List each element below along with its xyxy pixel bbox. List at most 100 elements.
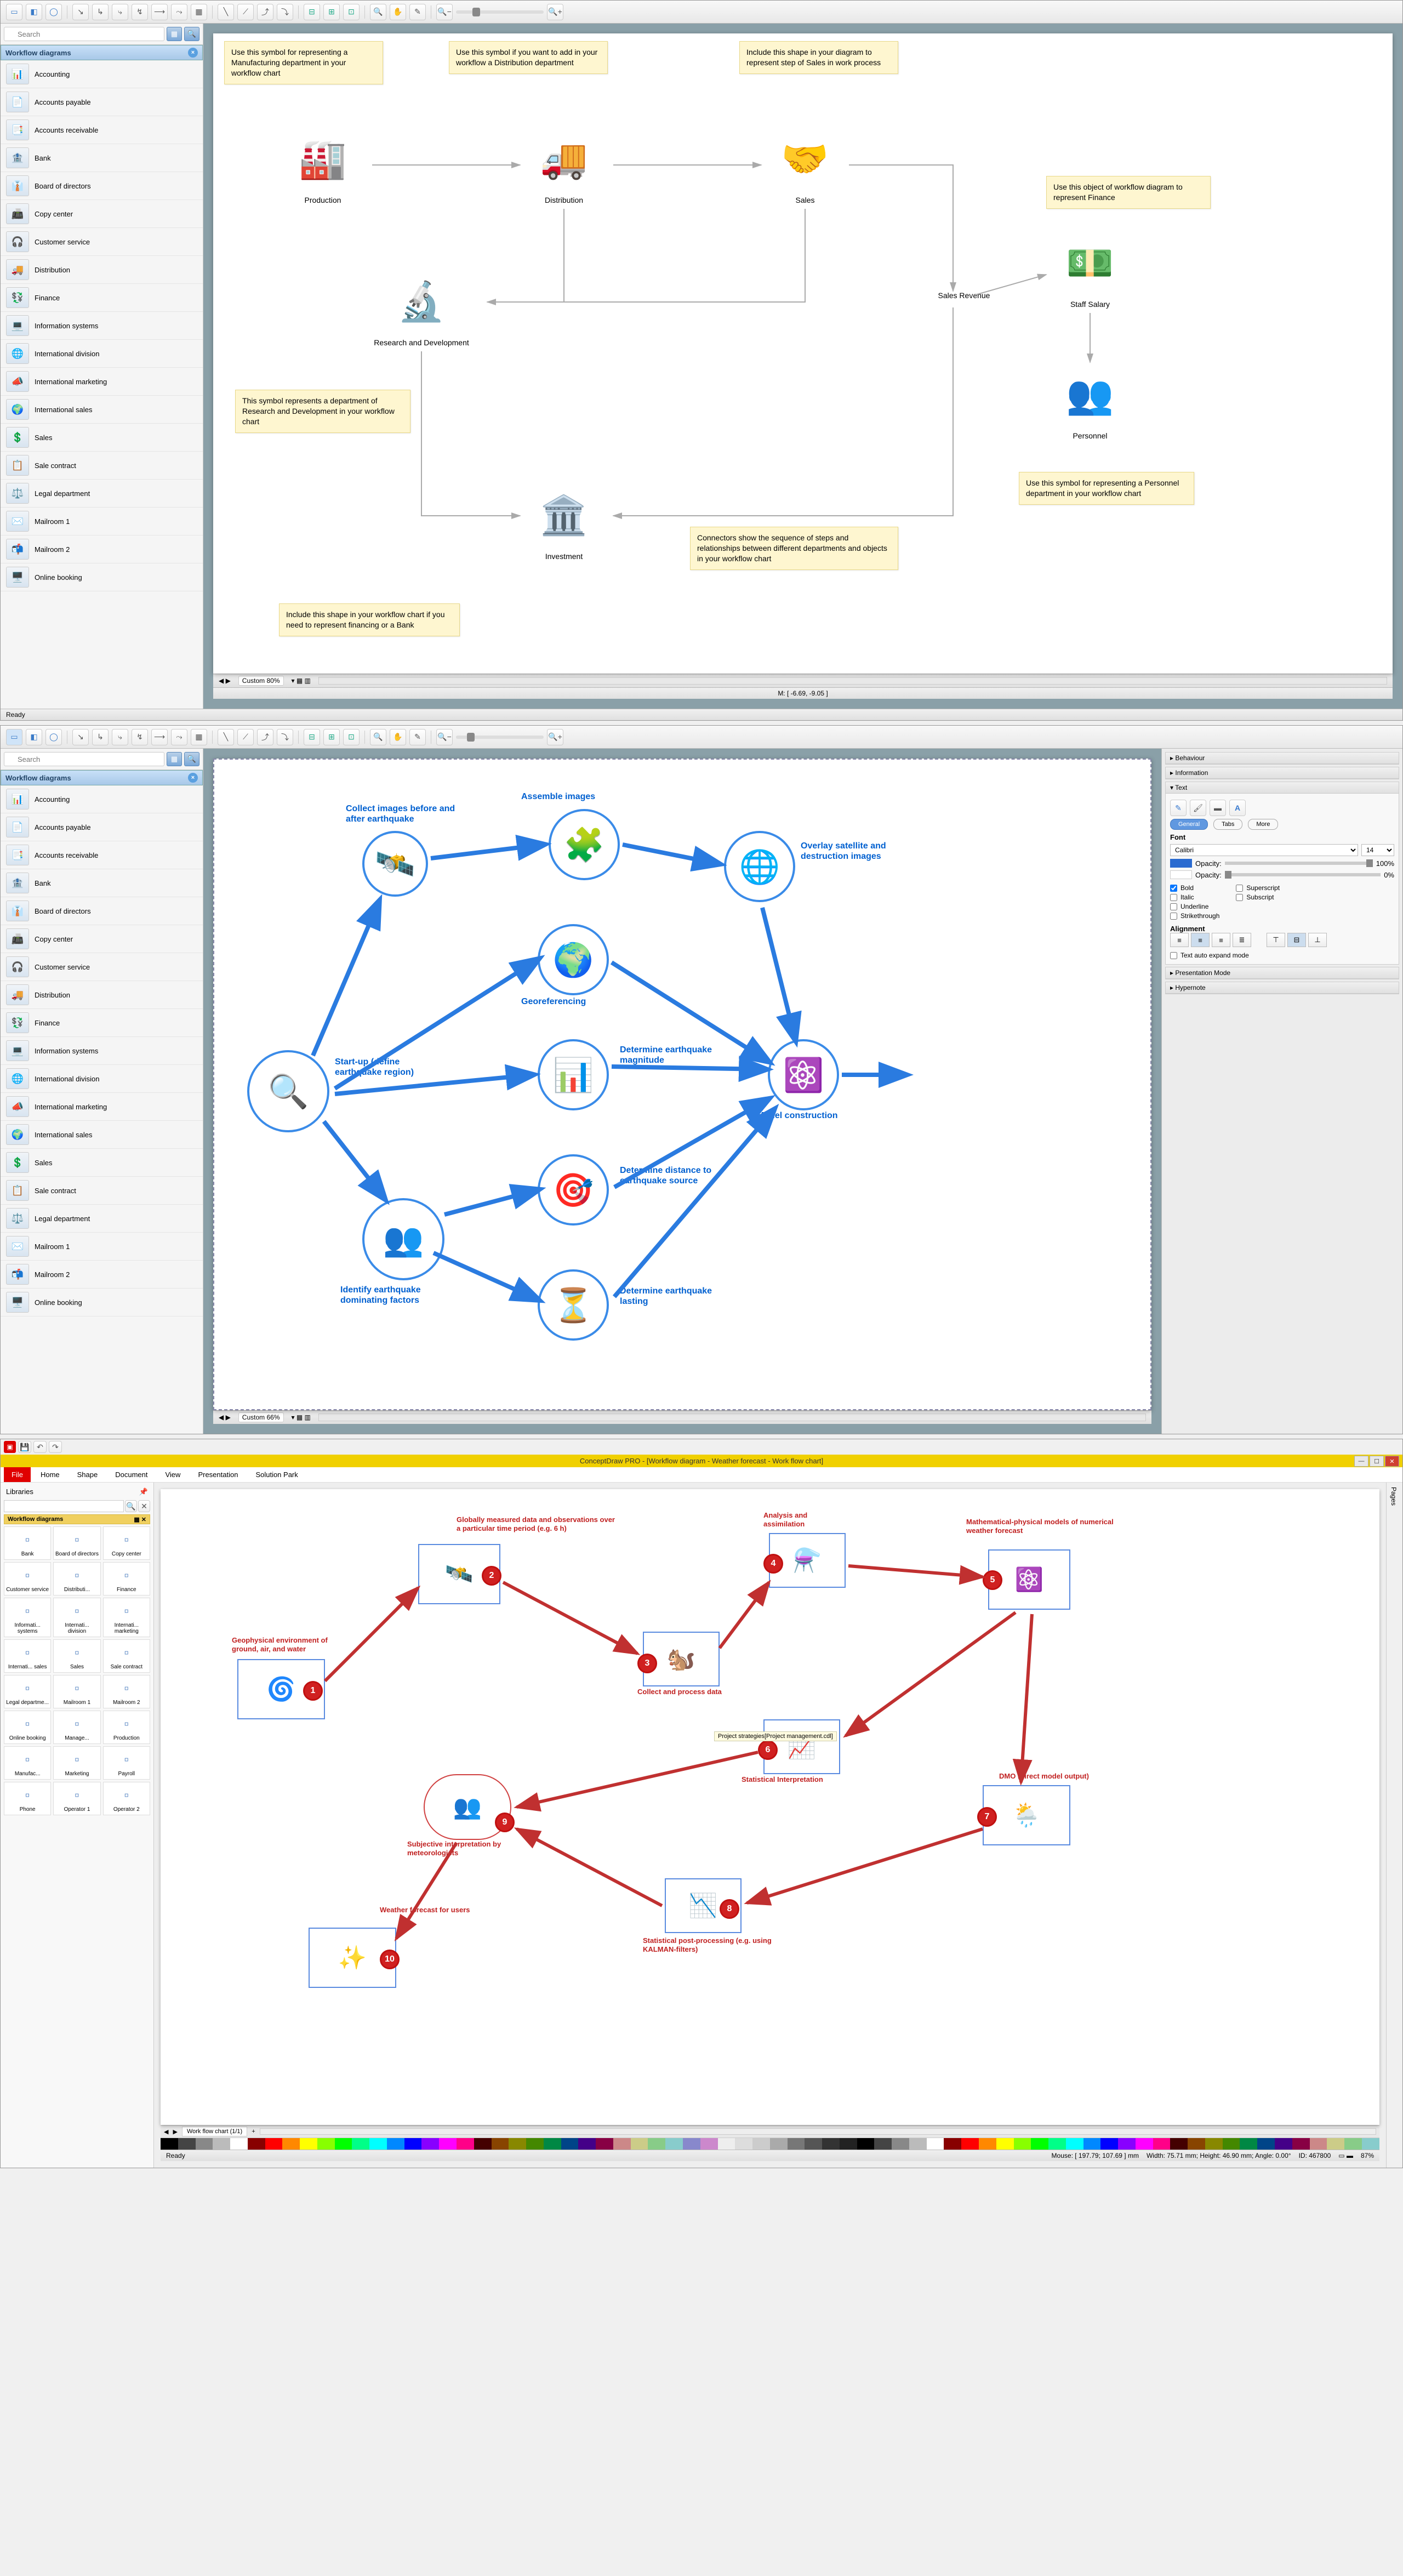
lib-item[interactable]: 🎧Customer service	[1, 228, 203, 256]
node-assemble[interactable]: 🧩	[549, 809, 620, 880]
zoom-in[interactable]: 🔍+	[547, 4, 563, 20]
c3[interactable]: ⤷	[112, 729, 128, 745]
lib-item[interactable]: ✉️Mailroom 1	[1, 508, 203, 535]
node-staff-salary[interactable]: 💵Staff Salary	[1052, 231, 1128, 309]
grid-item[interactable]: ▫Customer service	[4, 1562, 51, 1595]
sec-presentation[interactable]: ▸ Presentation Mode	[1166, 967, 1399, 979]
color-palette[interactable]	[161, 2138, 1379, 2150]
tree-2[interactable]: ⊞	[323, 4, 340, 20]
node-magnitude[interactable]: 📊	[538, 1039, 609, 1110]
lib-item[interactable]: 📑Accounts receivable	[1, 116, 203, 144]
tab-general[interactable]: General	[1170, 819, 1208, 830]
pin-icon[interactable]: 📌	[139, 1488, 148, 1496]
node-georef[interactable]: 🌍	[538, 924, 609, 995]
lib-item[interactable]: 🌍International sales	[1, 396, 203, 424]
tab-more[interactable]: More	[1248, 819, 1278, 830]
node-sales-revenue[interactable]: Sales Revenue	[915, 291, 1013, 300]
cb-strike[interactable]	[1170, 913, 1177, 920]
shape-lib[interactable]: ▦	[191, 729, 207, 745]
hscroll[interactable]	[318, 1414, 1146, 1421]
connector-6[interactable]: ⤳	[171, 4, 187, 20]
zoom-indicator[interactable]: Custom 66%	[238, 1412, 284, 1422]
zoom-indicator[interactable]: Custom 80%	[238, 676, 284, 686]
lib-item[interactable]: 👔Board of directors	[1, 897, 203, 925]
l4[interactable]: ⤵	[277, 729, 293, 745]
qat-redo[interactable]: ↷	[49, 1441, 62, 1453]
grid-item[interactable]: ▫Sale contract	[103, 1639, 150, 1673]
node-start[interactable]: 🔍	[247, 1050, 329, 1132]
lib-item[interactable]: 📠Copy center	[1, 200, 203, 228]
menu-document[interactable]: Document	[107, 1467, 155, 1482]
sec-behaviour[interactable]: ▸ Behaviour	[1166, 753, 1399, 764]
lib-item[interactable]: 📊Accounting	[1, 60, 203, 88]
grid-item[interactable]: ▫Mailroom 1	[53, 1675, 100, 1708]
lib-item[interactable]: 💲Sales	[1, 424, 203, 452]
hscroll[interactable]	[260, 2128, 1376, 2135]
cb-autoexpand[interactable]	[1170, 952, 1177, 959]
lib-item[interactable]: 💲Sales	[1, 1149, 203, 1177]
lib-item[interactable]: 🎧Customer service	[1, 953, 203, 981]
search-input[interactable]	[4, 752, 164, 766]
grid-item[interactable]: ▫Production	[103, 1711, 150, 1744]
node-rnd[interactable]: 🔬Research and Development	[361, 269, 482, 347]
tree-3[interactable]: ⊡	[343, 4, 360, 20]
node-production[interactable]: 🏭Production	[284, 127, 361, 204]
grid-item[interactable]: ▫Internati... division	[53, 1598, 100, 1637]
lib-item[interactable]: 📋Sale contract	[1, 452, 203, 480]
connector-4[interactable]: ↯	[132, 4, 148, 20]
align-right[interactable]: ≡	[1212, 933, 1230, 947]
lib-item[interactable]: 💻Information systems	[1, 312, 203, 340]
cb-italic[interactable]	[1170, 894, 1177, 901]
zoom-tool[interactable]: 🔍	[370, 729, 386, 745]
bg-swatch[interactable]	[1170, 870, 1192, 879]
hand-tool[interactable]: ✋	[390, 729, 406, 745]
valign-top[interactable]: ⊤	[1267, 933, 1285, 947]
menu-home[interactable]: Home	[33, 1467, 67, 1482]
search-go[interactable]: 🔍	[184, 27, 199, 41]
canvas[interactable]: 🌀 1 Geophysical environment of ground, a…	[161, 1489, 1379, 2125]
font-size-select[interactable]: 14	[1361, 844, 1394, 856]
qat-undo[interactable]: ↶	[33, 1441, 47, 1453]
l2[interactable]: ⟋	[237, 729, 254, 745]
qat-save[interactable]: 💾	[18, 1441, 31, 1453]
lib-item[interactable]: 👔Board of directors	[1, 172, 203, 200]
lib-item[interactable]: 🌐International division	[1, 340, 203, 368]
node-personnel[interactable]: 👥Personnel	[1052, 362, 1128, 440]
lib-item[interactable]: 📋Sale contract	[1, 1177, 203, 1205]
zoom-tool[interactable]: 🔍	[370, 4, 386, 20]
tree-1[interactable]: ⊟	[304, 4, 320, 20]
library-header[interactable]: Workflow diagrams ×	[1, 770, 203, 785]
grid-item[interactable]: ▫Legal departme...	[4, 1675, 51, 1708]
page-tab[interactable]: Work flow chart (1/1)	[182, 2127, 247, 2136]
lib-item[interactable]: 💱Finance	[1, 1009, 203, 1037]
connector-3[interactable]: ⤷	[112, 4, 128, 20]
lib-item[interactable]: 📑Accounts receivable	[1, 841, 203, 869]
hscroll[interactable]	[318, 677, 1387, 685]
canvas[interactable]: 🔍 Start-up (define earthquake region) 🛰️…	[213, 759, 1151, 1410]
grid-item[interactable]: ▫Manufac...	[4, 1746, 51, 1780]
pen-icon[interactable]: ✎	[1170, 800, 1187, 816]
lib-item[interactable]: 📠Copy center	[1, 925, 203, 953]
cb-underline[interactable]	[1170, 903, 1177, 910]
t1[interactable]: ⊟	[304, 729, 320, 745]
node-distance[interactable]: 🎯	[538, 1154, 609, 1226]
lib-item[interactable]: ✉️Mailroom 1	[1, 1233, 203, 1261]
align-left[interactable]: ≡	[1170, 933, 1189, 947]
node-investment[interactable]: 🏛️Investment	[526, 483, 602, 561]
sec-hypernote[interactable]: ▸ Hypernote	[1166, 982, 1399, 994]
lib-search[interactable]	[4, 1500, 124, 1512]
c5[interactable]: ⟶	[151, 729, 168, 745]
tool-rect[interactable]: ◧	[26, 729, 42, 745]
font-a-icon[interactable]: A	[1229, 800, 1246, 816]
menu-solution park[interactable]: Solution Park	[248, 1467, 305, 1482]
close-icon[interactable]: ×	[188, 48, 198, 58]
color-swatch[interactable]	[1170, 859, 1192, 868]
line-3[interactable]: ⤴	[257, 4, 273, 20]
grid-item[interactable]: ▫Mailroom 2	[103, 1675, 150, 1708]
cb-sub[interactable]	[1236, 894, 1243, 901]
search-go[interactable]: 🔍	[184, 752, 199, 766]
lib-item[interactable]: ⚖️Legal department	[1, 1205, 203, 1233]
lib-item[interactable]: 🏦Bank	[1, 869, 203, 897]
connector-1[interactable]: ↘	[72, 4, 89, 20]
pages-strip[interactable]: Pages	[1386, 1483, 1402, 2168]
